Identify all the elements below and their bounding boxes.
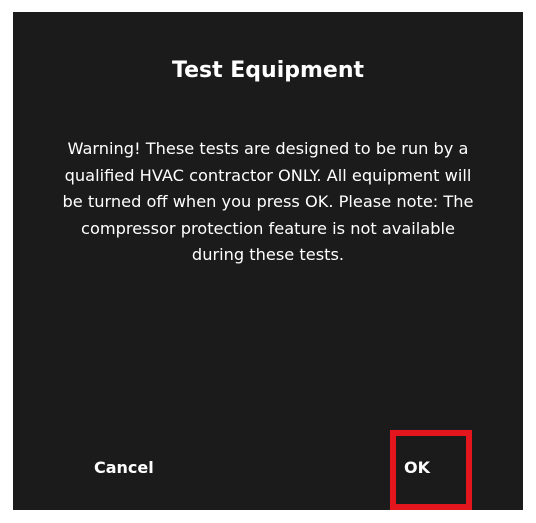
- warning-message: Warning! These tests are designed to be …: [62, 139, 474, 264]
- cancel-button[interactable]: Cancel: [94, 458, 154, 478]
- dialog-title: Test Equipment: [171, 58, 365, 83]
- ok-button[interactable]: OK: [404, 458, 430, 478]
- ok-button-highlight: [390, 430, 472, 510]
